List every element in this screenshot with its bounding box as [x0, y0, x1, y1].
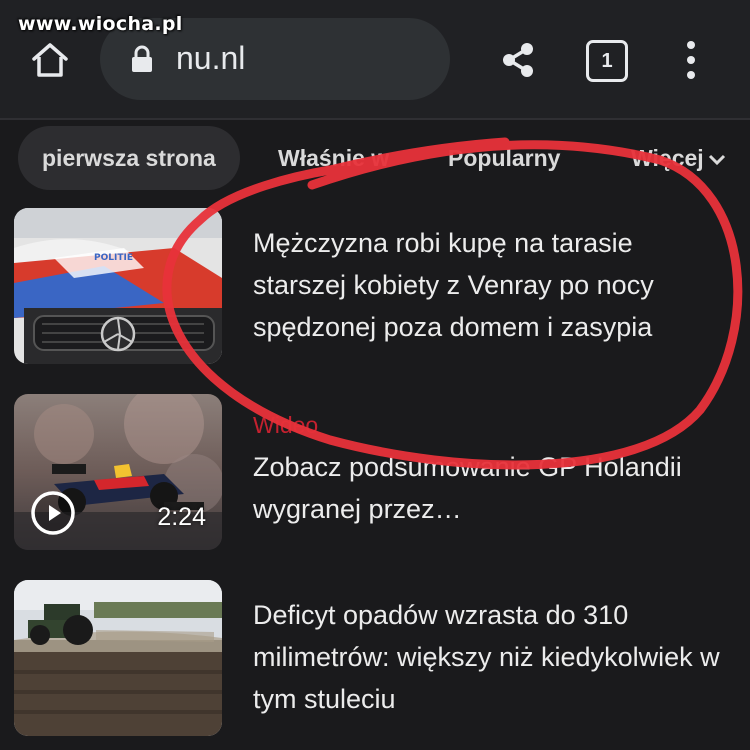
article-thumbnail [14, 580, 222, 736]
article-headline[interactable]: Zobacz podsumowanie GP Holandii wygranej… [253, 446, 723, 530]
tab-label: Więcej [631, 145, 704, 171]
more-menu-button[interactable] [676, 38, 706, 82]
play-icon[interactable] [30, 490, 76, 536]
police-van-image: POLITIE [14, 208, 222, 364]
video-duration: 2:24 [157, 503, 206, 531]
article-headline[interactable]: Deficyt opadów wzrasta do 310 milimetrów… [253, 594, 723, 720]
home-icon [32, 43, 68, 77]
tab-switcher-button[interactable]: 1 [586, 40, 628, 82]
tab-label: Popularny [448, 145, 561, 171]
article-thumbnail: POLITIE [14, 208, 222, 364]
tab-wlasnie-w[interactable]: Właśnie w [278, 126, 389, 190]
section-tabs: pierwsza strona Właśnie w Popularny Więc… [0, 122, 750, 198]
article-item[interactable]: POLITIE Mężczyzna robi kupę na tarasie s… [0, 208, 750, 368]
thumb-text: POLITIE [94, 253, 133, 263]
article-category: Wideo [253, 412, 319, 438]
article-item[interactable]: Deficyt opadów wzrasta do 310 milimetrów… [0, 580, 750, 740]
tab-count: 1 [586, 40, 628, 82]
share-button[interactable] [496, 38, 540, 82]
lock-icon [132, 45, 152, 72]
home-button[interactable] [28, 38, 72, 82]
tab-popularny[interactable]: Popularny [448, 126, 560, 190]
url-text: nu.nl [176, 40, 246, 76]
tab-pierwsza-strona[interactable]: pierwsza strona [18, 126, 240, 190]
tab-label: pierwsza strona [42, 145, 216, 171]
tractor-field-image [14, 580, 222, 736]
tab-label: Właśnie w [278, 145, 390, 171]
toolbar-divider [0, 118, 750, 120]
tab-wiecej[interactable]: Więcej [631, 126, 726, 190]
chevron-down-icon [708, 154, 725, 166]
share-icon [503, 43, 533, 77]
watermark: www.wiocha.pl [18, 13, 183, 35]
more-vert-icon [687, 41, 695, 79]
article-headline[interactable]: Mężczyzna robi kupę na tarasie starszej … [253, 222, 723, 348]
article-item[interactable]: 2:24 Wideo Zobacz podsumowanie GP Holand… [0, 394, 750, 554]
article-thumbnail: 2:24 [14, 394, 222, 550]
